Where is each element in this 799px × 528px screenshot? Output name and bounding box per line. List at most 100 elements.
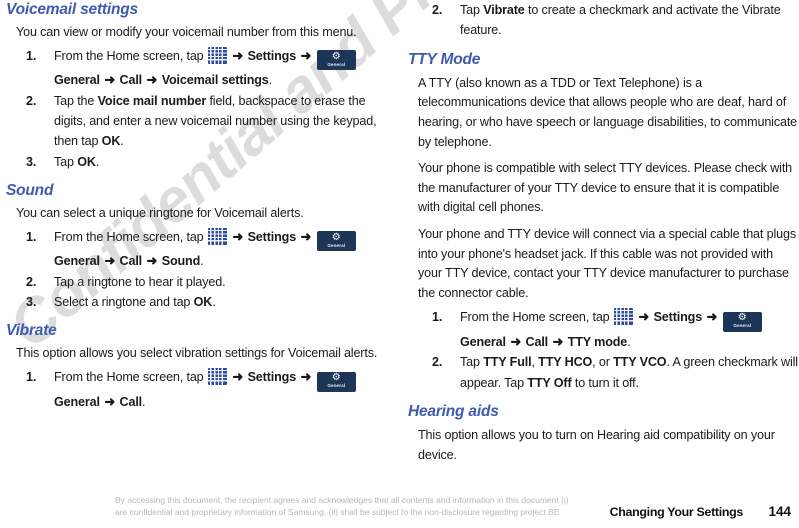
step-emphasis: OK [77, 154, 96, 169]
step-item: 3. Tap OK. [6, 152, 396, 172]
manual-page: Confidential and Proprietary Draft Voice… [0, 0, 799, 528]
step-item: 1. From the Home screen, tap ➜ Settings ➜… [6, 367, 396, 412]
page-columns: Voicemail settings You can view or modify… [0, 0, 799, 494]
step-item: 1. From the Home screen, tap ➜ Settings ➜… [408, 307, 798, 352]
gear-icon: ⚙ [331, 372, 341, 384]
step-item: 2. Tap the Voice mail number field, backs… [6, 91, 396, 152]
step-text: Tap [460, 3, 484, 17]
step-emphasis: General [460, 334, 506, 349]
body-paragraph: Your phone is compatible with select TTY… [418, 161, 793, 215]
step-emphasis: OK [101, 134, 121, 149]
step-number: 2. [432, 355, 443, 370]
step-emphasis: TTY mode [567, 334, 628, 349]
body-paragraph: A TTY (also known as a TDD or Text Telep… [418, 75, 798, 149]
step-text: Tap [460, 355, 484, 370]
arrow-right-icon: ➜ [143, 72, 161, 88]
step-text: to turn it off. [571, 375, 639, 390]
step-text: . [268, 73, 273, 88]
step-item: 2. Tap Vibrate to create a checkmark and … [408, 0, 798, 41]
arrow-right-icon: ➜ [100, 393, 119, 409]
gear-icon: ⚙ [737, 312, 747, 324]
general-settings-icon[interactable]: ⚙ General [722, 311, 762, 332]
apps-grid-icon[interactable] [207, 368, 227, 386]
general-settings-icon[interactable]: ⚙ General [316, 371, 356, 392]
apps-grid-icon[interactable] [207, 227, 227, 245]
body-paragraph: This option allows you select vibration … [16, 346, 378, 361]
arrow-right-icon: ➜ [506, 333, 525, 349]
apps-grid-icon[interactable] [613, 308, 633, 326]
step-number: 3. [26, 295, 37, 310]
general-icon-label: General [327, 242, 346, 248]
arrow-right-icon: ➜ [634, 309, 653, 325]
arrow-right-icon: ➜ [228, 369, 247, 385]
vibrate-continued-step-list: 2. Tap Vibrate to create a checkmark and … [408, 0, 798, 41]
step-item: 2. Tap TTY Full, TTY HCO, or TTY VCO. A g… [408, 352, 798, 393]
step-emphasis: TTY VCO [613, 355, 667, 370]
tty-mode-step-list: 1. From the Home screen, tap ➜ Settings ➜… [408, 307, 798, 393]
arrow-right-icon: ➜ [228, 228, 247, 244]
step-number: 2. [26, 274, 37, 289]
arrow-right-icon: ➜ [549, 333, 567, 349]
footer-right-group: Changing Your Settings 144 [610, 504, 791, 519]
step-number: 2. [432, 3, 443, 17]
page-footer: By accessing this document, the recipien… [0, 492, 799, 528]
step-text: , or [592, 355, 614, 370]
body-paragraph: You can select a unique ringtone for Voi… [16, 206, 304, 221]
step-text: Tap a ringtone to hear it played. [54, 274, 226, 289]
body-paragraph: This option allows you to turn on Hearin… [418, 428, 775, 462]
step-emphasis: General [54, 73, 100, 88]
step-emphasis: Call [119, 73, 143, 88]
section-heading-hearing-aids: Hearing aids [408, 403, 499, 421]
right-column: 2. Tap Vibrate to create a checkmark and … [408, 0, 798, 465]
general-settings-icon[interactable]: ⚙ General [316, 50, 356, 71]
step-emphasis: Voicemail settings [161, 73, 269, 88]
step-emphasis: Settings [247, 229, 297, 244]
apps-grid-icon[interactable] [207, 46, 227, 64]
body-paragraph: You can view or modify your voicemail nu… [16, 25, 357, 39]
step-text: . [95, 154, 100, 169]
section-heading-tty-mode: TTY Mode [408, 50, 481, 68]
step-emphasis: Call [119, 394, 143, 409]
gear-icon: ⚙ [331, 231, 341, 243]
step-emphasis: Vibrate [483, 3, 525, 17]
step-text: . [627, 334, 631, 349]
arrow-right-icon: ➜ [228, 47, 247, 63]
step-emphasis: General [54, 394, 100, 409]
step-number: 1. [26, 48, 37, 63]
step-item: 1. From the Home screen, tap ➜ Settings ➜… [6, 227, 396, 272]
section-heading-voicemail-settings: Voicemail settings [6, 1, 138, 18]
arrow-right-icon: ➜ [143, 253, 161, 269]
arrow-right-icon: ➜ [703, 309, 721, 325]
arrow-right-icon: ➜ [297, 47, 315, 63]
voicemail-settings-step-list: 1. From the Home screen, tap ➜ Settings ➜… [6, 46, 396, 173]
sound-step-list: 1. From the Home screen, tap ➜ Settings ➜… [6, 227, 396, 313]
general-icon-label: General [733, 323, 752, 329]
step-emphasis: OK [193, 295, 213, 310]
gear-icon: ⚙ [331, 50, 341, 62]
footer-page-number: 144 [768, 504, 791, 519]
vibrate-step-list: 1. From the Home screen, tap ➜ Settings ➜… [6, 367, 396, 412]
general-settings-icon[interactable]: ⚙ General [316, 231, 356, 252]
step-text: Select a ringtone and tap [54, 295, 194, 310]
step-text: . [200, 254, 204, 269]
section-heading-sound: Sound [6, 182, 54, 200]
step-emphasis: Settings [247, 48, 297, 63]
step-text: From the Home screen, tap [460, 310, 613, 325]
arrow-right-icon: ➜ [100, 72, 119, 88]
step-emphasis: Call [525, 334, 549, 349]
step-text: From the Home screen, tap [54, 229, 207, 244]
general-icon-label: General [327, 61, 346, 67]
step-text: From the Home screen, tap [54, 370, 207, 385]
step-text: From the Home screen, tap [54, 48, 207, 63]
step-emphasis: Settings [653, 310, 703, 325]
step-number: 3. [26, 154, 37, 169]
step-emphasis: General [54, 254, 100, 269]
step-number: 2. [26, 93, 37, 108]
step-emphasis: Call [119, 254, 143, 269]
body-paragraph: Your phone and TTY device will connect v… [418, 226, 796, 300]
step-emphasis: Settings [247, 370, 297, 385]
left-column: Voicemail settings You can view or modify… [6, 0, 396, 412]
footer-chapter-title: Changing Your Settings [609, 505, 744, 519]
step-item: 3. Select a ringtone and tap OK. [6, 292, 396, 312]
step-text: Tap [54, 154, 78, 169]
